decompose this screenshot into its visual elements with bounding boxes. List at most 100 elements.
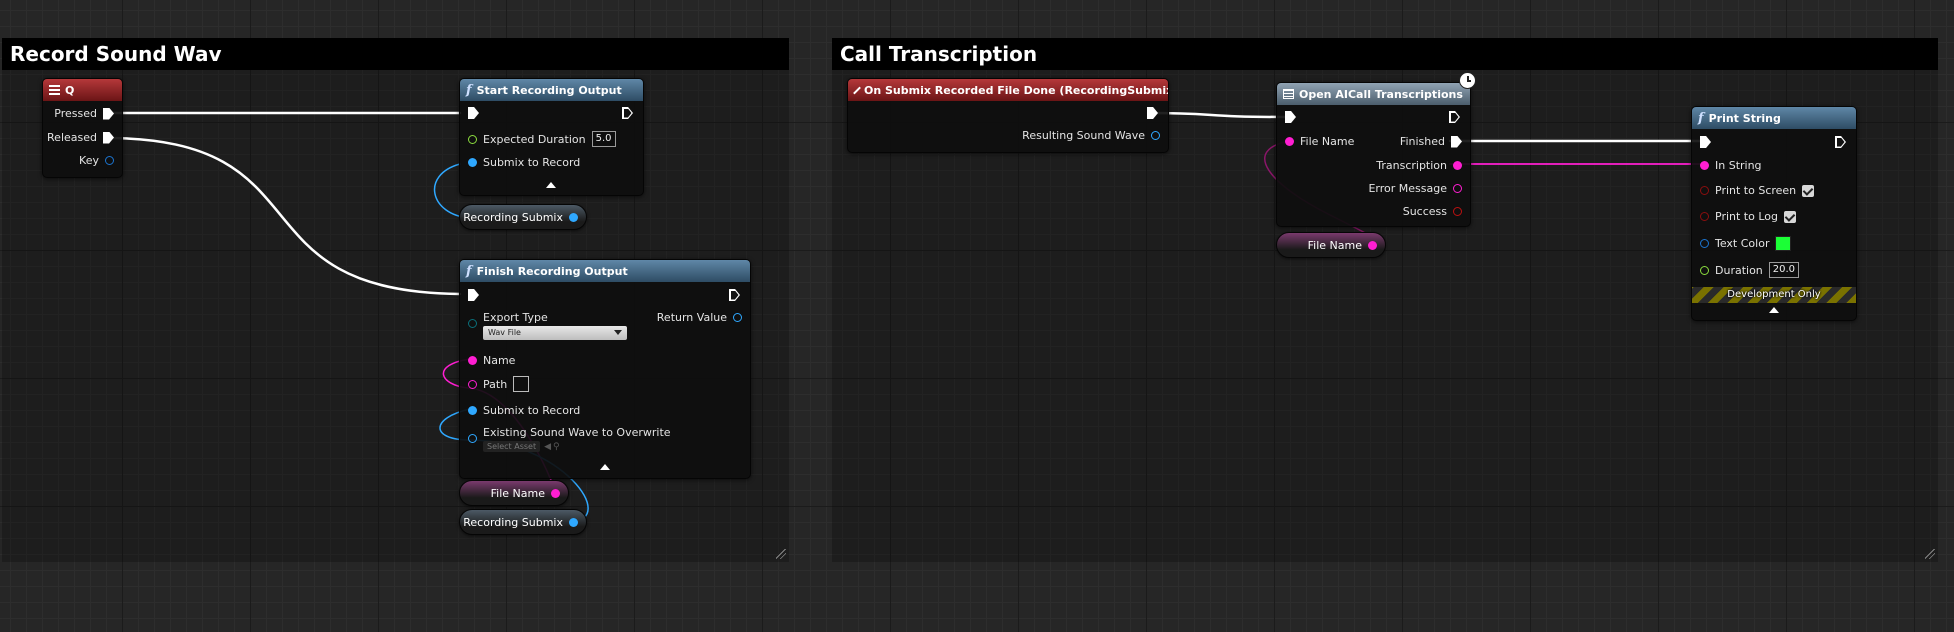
pin-row-text-color[interactable]: Text Color <box>1700 236 1792 251</box>
variable-file-name[interactable]: File Name <box>459 480 569 506</box>
collapse-arrow-icon[interactable] <box>600 464 610 470</box>
pin-label: Key <box>79 154 99 167</box>
pin-row-transcription[interactable]: Transcription <box>1376 159 1462 172</box>
string-pin-icon[interactable] <box>1453 161 1462 170</box>
exec-in-pin-icon[interactable] <box>468 107 479 119</box>
event-icon <box>853 86 861 94</box>
pin-row-return-value[interactable]: Return Value <box>657 311 742 324</box>
exec-in-pin-icon[interactable] <box>1700 136 1711 148</box>
exec-out-pin-icon[interactable] <box>1835 136 1846 148</box>
pin-row-released[interactable]: Released <box>47 131 114 144</box>
node-header[interactable]: On Submix Recorded File Done (RecordingS… <box>848 79 1168 101</box>
pin-row-submix-to-record[interactable]: Submix to Record <box>468 404 580 417</box>
string-pin-icon[interactable] <box>1700 161 1709 170</box>
string-pin-icon[interactable] <box>1453 184 1462 193</box>
node-open-aicall-transcriptions[interactable]: Open AICall Transcriptions File Name Fin… <box>1276 82 1471 227</box>
pin-row-in-string[interactable]: In String <box>1700 159 1762 172</box>
float-pin-icon[interactable] <box>468 134 477 144</box>
node-header[interactable]: Open AICall Transcriptions <box>1277 83 1470 105</box>
bool-pin-icon[interactable] <box>1700 212 1709 221</box>
object-pin-icon[interactable] <box>569 517 578 527</box>
variable-recording-submix[interactable]: Recording Submix <box>459 509 587 535</box>
pin-row-existing-sound-wave[interactable]: Existing Sound Wave to Overwrite Select … <box>468 426 671 452</box>
node-on-submix-recorded-file-done[interactable]: On Submix Recorded File Done (RecordingS… <box>847 78 1169 153</box>
pin-label: Expected Duration <box>483 132 586 146</box>
function-icon: f <box>466 82 472 98</box>
enum-pin-icon[interactable] <box>468 319 477 328</box>
node-q-key[interactable]: Q Pressed Released Key <box>42 78 123 178</box>
exec-out-pin-icon[interactable] <box>1449 111 1460 123</box>
float-pin-icon[interactable] <box>1700 265 1709 275</box>
pin-row-error-message[interactable]: Error Message <box>1368 182 1462 195</box>
exec-out-pin-icon[interactable] <box>1147 107 1158 119</box>
pin-row-name[interactable]: Name <box>468 354 515 367</box>
node-finish-recording-output[interactable]: f Finish Recording Output Export Type Wa… <box>459 259 751 479</box>
export-type-dropdown[interactable]: Wav File <box>483 326 627 340</box>
print-to-screen-checkbox[interactable] <box>1802 184 1815 197</box>
pin-row-key[interactable]: Key <box>79 154 114 167</box>
pin-label: File Name <box>1300 135 1355 148</box>
string-pin-icon[interactable] <box>1368 240 1377 250</box>
pin-row-submix-to-record[interactable]: Submix to Record <box>468 156 580 169</box>
exec-out-pin-icon[interactable] <box>729 289 740 301</box>
node-start-recording-output[interactable]: f Start Recording Output Expected Durati… <box>459 78 644 196</box>
select-asset-dropdown[interactable]: Select Asset <box>483 441 541 452</box>
string-pin-icon[interactable] <box>1285 137 1294 146</box>
pin-row-success[interactable]: Success <box>1403 205 1462 218</box>
print-to-log-checkbox[interactable] <box>1784 210 1796 223</box>
pin-row-resulting-sound-wave[interactable]: Resulting Sound Wave <box>1022 129 1160 142</box>
variable-file-name[interactable]: File Name <box>1276 232 1386 258</box>
string-pin-icon[interactable] <box>551 488 560 498</box>
node-header[interactable]: f Start Recording Output <box>460 79 643 101</box>
exec-in-pin-icon[interactable] <box>468 289 479 301</box>
bool-pin-icon[interactable] <box>1700 186 1709 195</box>
pin-row-file-name[interactable]: File Name <box>1285 135 1354 148</box>
expected-duration-input[interactable]: 5.0 <box>591 131 616 147</box>
pin-row-print-to-screen[interactable]: Print to Screen <box>1700 184 1815 197</box>
object-pin-icon[interactable] <box>468 406 477 415</box>
pin-row-print-to-log[interactable]: Print to Log <box>1700 210 1796 223</box>
pin-row-path[interactable]: Path <box>468 376 530 392</box>
node-header[interactable]: Q <box>43 79 122 101</box>
node-type-icon <box>1283 89 1294 99</box>
exec-out-pin-icon[interactable] <box>103 131 114 144</box>
path-input[interactable] <box>513 376 530 392</box>
function-icon: f <box>1698 110 1704 126</box>
pin-row-pressed[interactable]: Pressed <box>54 107 114 120</box>
object-pin-icon[interactable] <box>733 313 742 322</box>
variable-recording-submix[interactable]: Recording Submix <box>459 204 587 230</box>
node-print-string[interactable]: f Print String In String Print to Screen… <box>1691 106 1857 321</box>
keyboard-icon <box>49 85 60 95</box>
struct-pin-icon[interactable] <box>105 156 114 165</box>
text-color-swatch[interactable] <box>1775 236 1792 251</box>
duration-input[interactable]: 20.0 <box>1768 262 1800 278</box>
string-pin-icon[interactable] <box>468 356 477 365</box>
use-asset-arrow-icon[interactable]: ◀ <box>544 442 551 452</box>
pin-row-expected-duration[interactable]: Expected Duration 5.0 <box>468 131 616 147</box>
exec-out-pin-icon[interactable] <box>1451 135 1462 148</box>
pin-label: Path <box>483 377 508 391</box>
pin-label: Name <box>483 354 516 367</box>
exec-out-pin-icon[interactable] <box>622 107 633 119</box>
object-pin-icon[interactable] <box>468 158 477 167</box>
wire-exec-released <box>104 136 462 296</box>
object-pin-icon[interactable] <box>569 212 578 222</box>
string-pin-icon[interactable] <box>468 379 477 389</box>
browse-search-icon[interactable]: ⚲ <box>553 442 560 452</box>
struct-pin-icon[interactable] <box>1700 239 1709 248</box>
exec-out-pin-icon[interactable] <box>103 107 114 120</box>
exec-in-pin-icon[interactable] <box>1285 111 1296 123</box>
node-header[interactable]: f Print String <box>1692 107 1856 129</box>
pin-row-export-type[interactable]: Export Type Wav File <box>468 311 627 340</box>
pin-row-finished[interactable]: Finished <box>1400 135 1462 148</box>
variable-label: File Name <box>1307 238 1362 252</box>
bool-pin-icon[interactable] <box>1453 207 1462 216</box>
node-header[interactable]: f Finish Recording Output <box>460 260 750 282</box>
pin-row-duration[interactable]: Duration 20.0 <box>1700 262 1800 278</box>
object-pin-icon[interactable] <box>1151 131 1160 140</box>
object-pin-icon[interactable] <box>468 434 477 443</box>
pin-label: Print to Screen <box>1715 184 1797 197</box>
node-title: Open AICall Transcriptions <box>1299 87 1463 101</box>
expand-arrow-icon[interactable] <box>1769 307 1779 313</box>
expand-arrow-icon[interactable] <box>546 182 556 188</box>
